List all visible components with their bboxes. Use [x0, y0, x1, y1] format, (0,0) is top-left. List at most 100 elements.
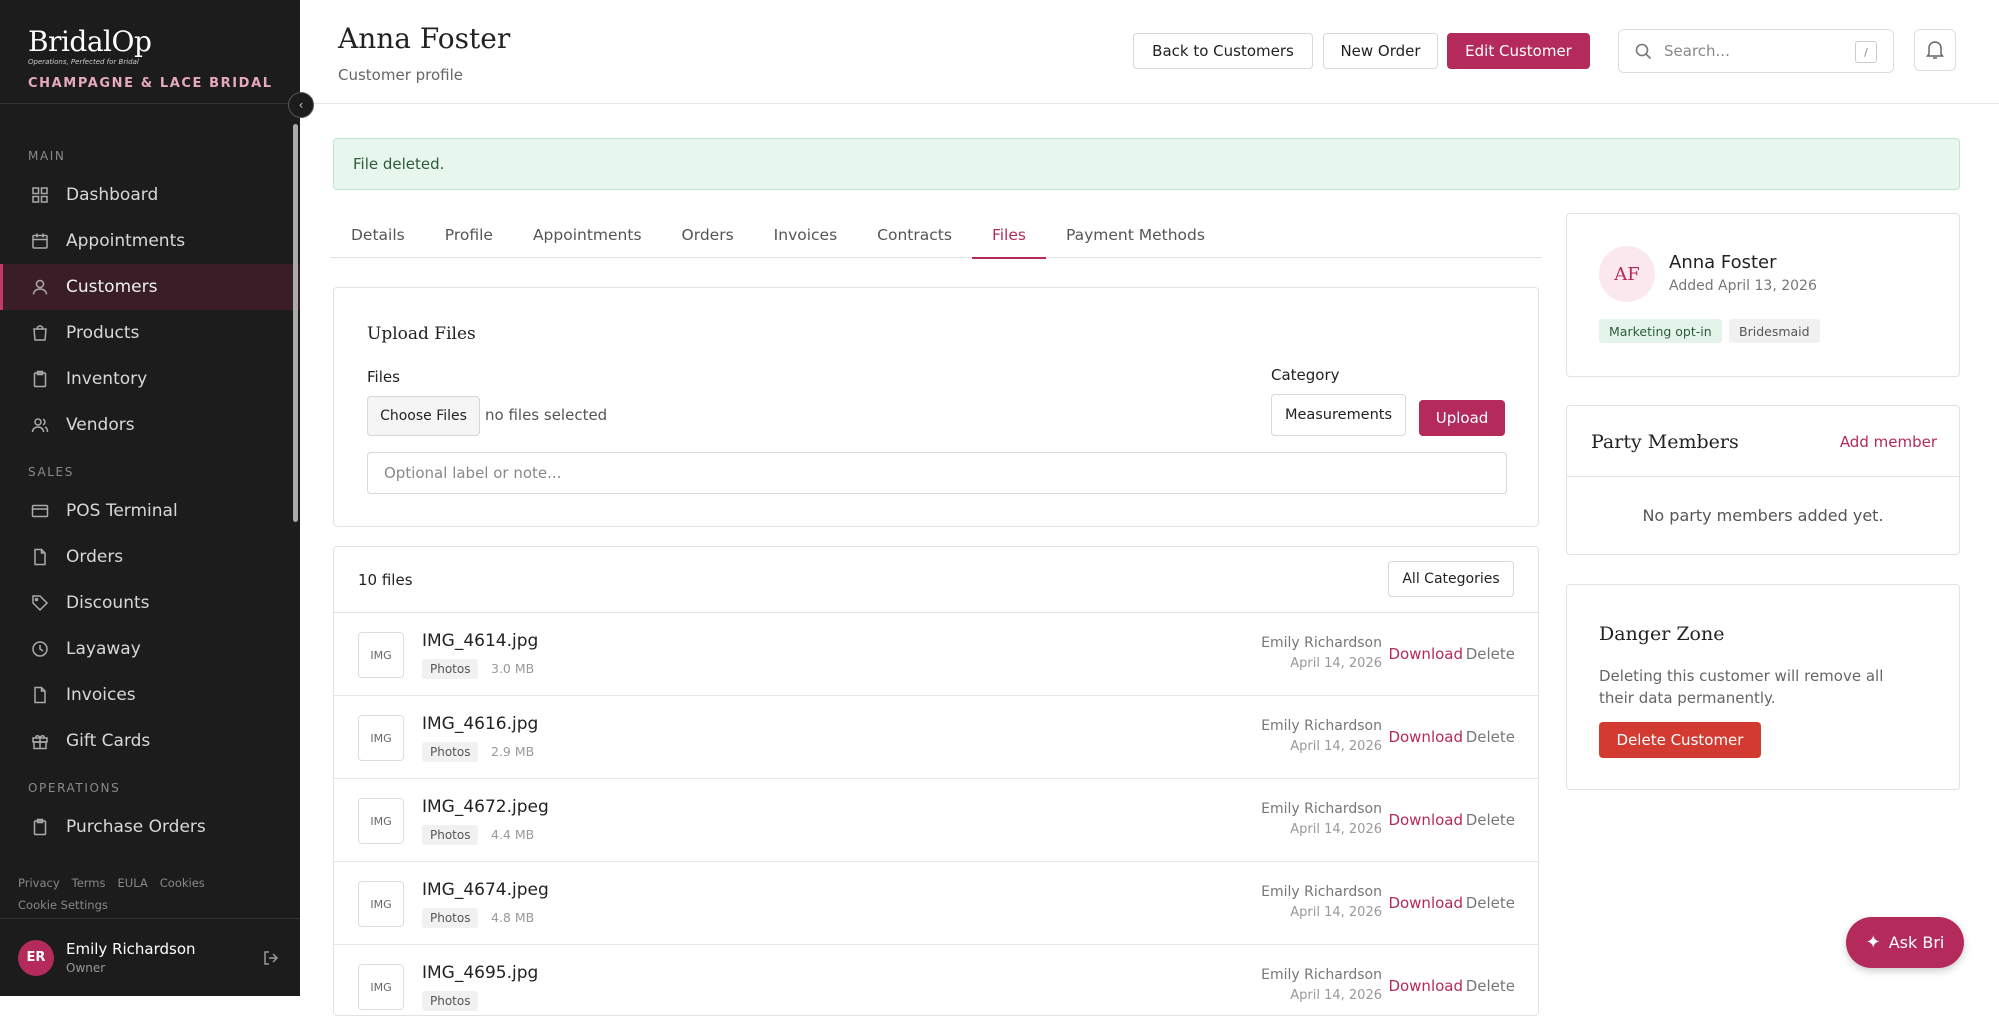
sidebar-item-discounts[interactable]: Discounts: [0, 580, 300, 626]
privacy-link[interactable]: Privacy: [18, 876, 60, 890]
download-link[interactable]: Download: [1388, 728, 1463, 746]
download-link[interactable]: Download: [1388, 811, 1463, 829]
file-name: IMG_4695.jpg: [422, 963, 539, 983]
bag-icon: [30, 323, 50, 343]
delete-link[interactable]: Delete: [1466, 811, 1515, 829]
card-icon: [30, 501, 50, 521]
tab-appointments[interactable]: Appointments: [513, 212, 662, 258]
grid-icon: [30, 185, 50, 205]
file-date: April 14, 2026: [1290, 739, 1382, 754]
cookie-settings-link[interactable]: Cookie Settings: [18, 898, 108, 912]
delete-link[interactable]: Delete: [1466, 645, 1515, 663]
file-uploader: Emily Richardson: [1261, 635, 1382, 651]
sidebar-item-label: Purchase Orders: [66, 817, 206, 837]
file-category-badge: Photos: [422, 908, 479, 928]
sidebar-item-label: Vendors: [66, 415, 135, 435]
terms-link[interactable]: Terms: [72, 876, 106, 890]
sidebar-item-orders[interactable]: Orders: [0, 534, 300, 580]
logout-icon[interactable]: [262, 949, 280, 971]
danger-zone-card: Danger Zone Deleting this customer will …: [1566, 584, 1960, 790]
avatar: ER: [18, 939, 54, 976]
eula-link[interactable]: EULA: [118, 876, 148, 890]
ask-bri-button[interactable]: ✦ Ask Bri: [1846, 917, 1964, 968]
tab-orders[interactable]: Orders: [662, 212, 754, 258]
sidebar-item-dashboard[interactable]: Dashboard: [0, 172, 300, 218]
sidebar-item-label: Orders: [66, 547, 124, 567]
collapse-sidebar-button[interactable]: ‹: [288, 92, 314, 118]
file-category-badge: Photos: [422, 742, 479, 762]
user-profile[interactable]: ER Emily Richardson Owner: [0, 918, 300, 996]
tab-details[interactable]: Details: [330, 212, 425, 258]
search-input[interactable]: Search... /: [1618, 29, 1894, 73]
brand: BridalOp Operations, Perfected for Brida…: [0, 0, 300, 104]
sidebar-item-customers[interactable]: Customers: [0, 264, 300, 310]
category-filter-select[interactable]: All Categories: [1388, 561, 1514, 597]
sidebar-item-label: Gift Cards: [66, 731, 151, 751]
sidebar-item-label: Appointments: [66, 231, 186, 251]
file-category-badge: Photos: [422, 659, 479, 679]
sidebar-item-vendors[interactable]: Vendors: [0, 402, 300, 448]
sidebar-item-invoices[interactable]: Invoices: [0, 672, 300, 718]
file-size: 4.8 MB: [491, 910, 535, 925]
divider: [1567, 476, 1959, 477]
header: Anna Foster Customer profile Back to Cus…: [300, 0, 1999, 104]
new-order-button[interactable]: New Order: [1323, 33, 1438, 69]
delete-link[interactable]: Delete: [1466, 894, 1515, 912]
sidebar-item-inventory[interactable]: Inventory: [0, 356, 300, 402]
tab-profile[interactable]: Profile: [425, 212, 513, 258]
gift-icon: [30, 731, 50, 751]
sidebar-item-layaway[interactable]: Layaway: [0, 626, 300, 672]
files-list-header: 10 files All Categories: [334, 547, 1538, 613]
file-thumbnail: IMG: [358, 881, 404, 927]
sidebar-item-purchase-orders[interactable]: Purchase Orders: [0, 804, 300, 850]
delete-link[interactable]: Delete: [1466, 728, 1515, 746]
brand-logo[interactable]: BridalOp: [28, 28, 300, 56]
sidebar-item-appointments[interactable]: Appointments: [0, 218, 300, 264]
file-row: IMG IMG_4616.jpg Photos 2.9 MB Emily Richard…: [334, 696, 1538, 779]
store-name: CHAMPAGNE & LACE BRIDAL: [28, 76, 273, 91]
calendar-icon: [30, 231, 50, 251]
sidebar-item-label: POS Terminal: [66, 501, 178, 521]
nav-section-sales: SALES: [28, 465, 74, 479]
no-files-text: no files selected: [485, 406, 608, 424]
category-select[interactable]: Measurements: [1271, 394, 1406, 436]
clipboard-icon: [30, 369, 50, 389]
delete-customer-button[interactable]: Delete Customer: [1599, 722, 1761, 758]
file-name: IMG_4614.jpg: [422, 631, 539, 651]
file-row: IMG IMG_4614.jpg Photos 3.0 MB Emily Richard…: [334, 613, 1538, 696]
upload-button[interactable]: Upload: [1419, 400, 1505, 436]
party-empty-text: No party members added yet.: [1642, 506, 1884, 525]
sidebar-item-label: Discounts: [66, 593, 150, 613]
file-size: 3.0 MB: [491, 661, 535, 676]
note-input[interactable]: Optional label or note...: [367, 452, 1507, 494]
sidebar-item-gift-cards[interactable]: Gift Cards: [0, 718, 300, 764]
download-link[interactable]: Download: [1388, 894, 1463, 912]
file-thumbnail: IMG: [358, 715, 404, 761]
file-category-badge: Photos: [422, 825, 479, 845]
delete-link[interactable]: Delete: [1466, 977, 1515, 995]
sidebar-scrollbar[interactable]: [293, 124, 298, 522]
notifications-button[interactable]: [1914, 29, 1956, 71]
cookies-link[interactable]: Cookies: [160, 876, 205, 890]
tab-invoices[interactable]: Invoices: [754, 212, 858, 258]
back-to-customers-button[interactable]: Back to Customers: [1133, 33, 1313, 69]
search-placeholder: Search...: [1664, 42, 1730, 60]
tab-payment-methods[interactable]: Payment Methods: [1046, 212, 1225, 258]
choose-files-button[interactable]: Choose Files: [367, 396, 480, 436]
file-size: 2.9 MB: [491, 744, 535, 759]
customer-tabs: Details Profile Appointments Orders Invoices…: [330, 212, 1542, 259]
footer-links: Privacy Terms EULA Cookies Cookie Settings: [18, 872, 278, 916]
tab-files[interactable]: Files: [971, 212, 1046, 259]
file-category-badge: Photos: [422, 991, 479, 1011]
sidebar-item-products[interactable]: Products: [0, 310, 300, 356]
tag-icon: [30, 593, 50, 613]
customer-summary-card: AF Anna Foster Added April 13, 2026 Mark…: [1566, 213, 1960, 377]
marketing-opt-in-badge: Marketing opt-in: [1599, 319, 1722, 343]
download-link[interactable]: Download: [1388, 977, 1463, 995]
sidebar-item-pos-terminal[interactable]: POS Terminal: [0, 488, 300, 534]
tab-contracts[interactable]: Contracts: [857, 212, 972, 258]
edit-customer-button[interactable]: Edit Customer: [1447, 33, 1590, 69]
download-link[interactable]: Download: [1388, 645, 1463, 663]
danger-zone-text: Deleting this customer will remove all t…: [1599, 667, 1884, 707]
add-member-link[interactable]: Add member: [1840, 433, 1937, 451]
